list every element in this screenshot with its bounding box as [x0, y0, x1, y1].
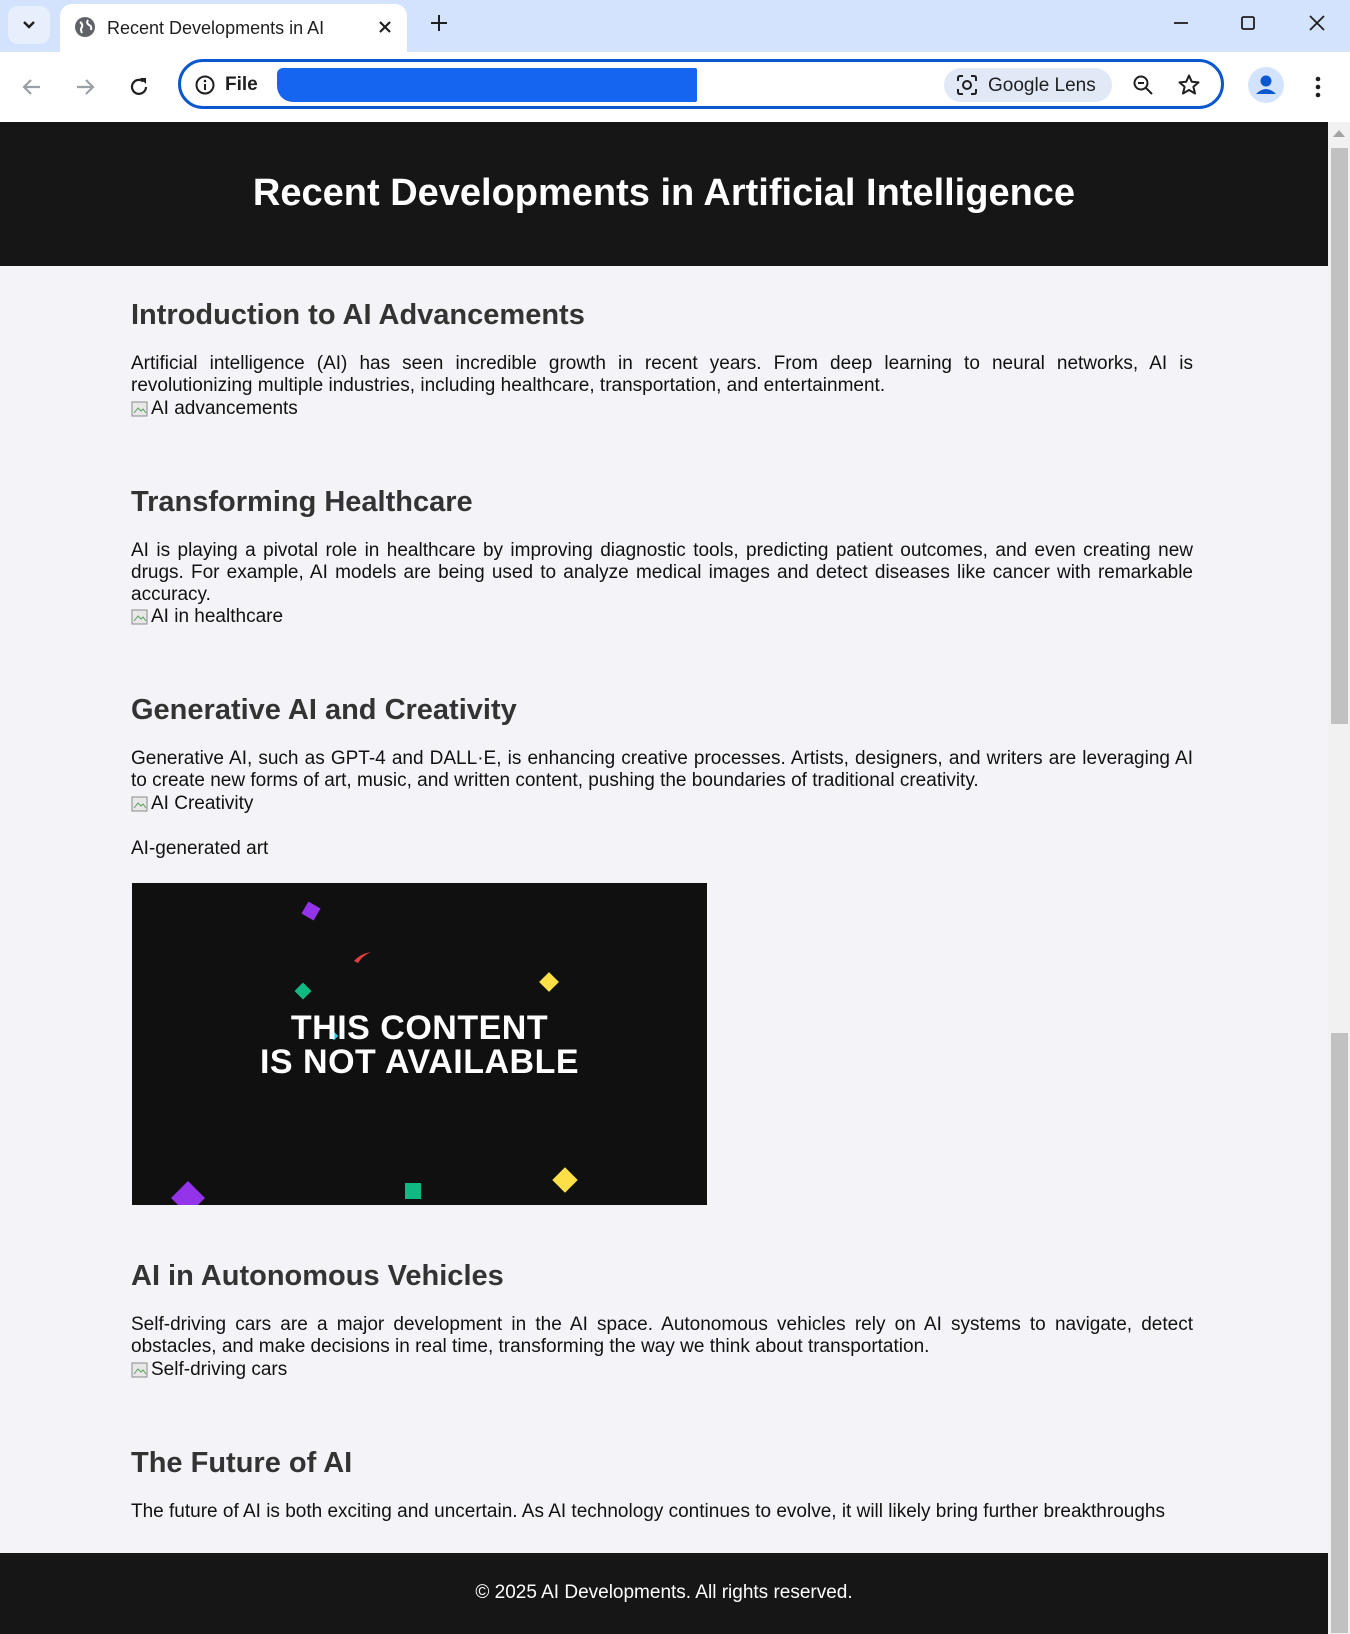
zoom-button[interactable]	[1129, 71, 1157, 99]
section-heading: The Future of AI	[131, 1447, 353, 1479]
window-close-button[interactable]	[1284, 0, 1350, 46]
plus-icon	[431, 15, 447, 31]
active-tab[interactable]: Recent Developments in AI	[60, 4, 407, 52]
window-close-icon	[1309, 15, 1325, 31]
browser-menu-button[interactable]	[1306, 69, 1330, 105]
broken-image: AI advancements	[131, 398, 1193, 420]
broken-image-icon	[131, 796, 148, 812]
back-button[interactable]	[14, 69, 50, 105]
scroll-up-arrow-icon[interactable]	[1333, 130, 1345, 137]
bookmark-button[interactable]	[1175, 71, 1203, 99]
redacted-url	[277, 68, 697, 102]
image-alt-text: Self-driving cars	[151, 1359, 288, 1380]
image-alt-text: AI Creativity	[151, 793, 254, 814]
browser-toolbar: File Google Lens	[0, 52, 1350, 122]
footer-text: © 2025 AI Developments. All rights reser…	[475, 1582, 853, 1603]
content-unavailable-message: THIS CONTENT IS NOT AVAILABLE	[132, 1011, 707, 1079]
tab-strip: Recent Developments in AI	[0, 0, 1350, 52]
address-bar[interactable]: File Google Lens	[178, 59, 1224, 109]
maximize-button[interactable]	[1215, 0, 1281, 46]
image-caption: AI-generated art	[131, 838, 269, 859]
new-tab-button[interactable]	[424, 8, 454, 38]
message-line-2: IS NOT AVAILABLE	[259, 1043, 580, 1081]
section-text: AI is playing a pivotal role in healthca…	[131, 540, 1193, 605]
globe-icon	[75, 17, 95, 37]
section-text: Artificial intelligence (AI) has seen in…	[131, 353, 1193, 396]
site-header: Recent Developments in Artificial Intell…	[0, 122, 1328, 266]
image-alt-text: AI advancements	[151, 398, 298, 419]
forward-button[interactable]	[67, 69, 103, 105]
broken-image-icon	[131, 1362, 148, 1378]
site-footer: © 2025 AI Developments. All rights reser…	[0, 1553, 1328, 1634]
tab-close-button[interactable]	[372, 14, 398, 40]
lens-icon	[957, 75, 977, 95]
broken-image-icon	[131, 609, 148, 625]
section-heading: AI in Autonomous Vehicles	[131, 1260, 504, 1292]
broken-image: AI in healthcare	[131, 606, 1193, 628]
back-icon	[22, 79, 40, 95]
profile-icon	[1256, 75, 1276, 94]
google-lens-button[interactable]: Google Lens	[944, 68, 1112, 102]
message-line-1: THIS CONTENT	[290, 1009, 549, 1047]
section-text: Self-driving cars are a major developmen…	[131, 1314, 1193, 1357]
maximize-icon	[1241, 16, 1255, 30]
section-heading: Introduction to AI Advancements	[131, 299, 585, 331]
video-player[interactable]: THIS CONTENT IS NOT AVAILABLE	[132, 883, 707, 1205]
page-title: Recent Developments in Artificial Intell…	[252, 172, 1076, 214]
section-text: Generative AI, such as GPT-4 and DALL·E,…	[131, 748, 1193, 791]
reload-icon	[130, 78, 148, 95]
section-heading: Generative AI and Creativity	[131, 694, 517, 726]
zoom-icon	[1133, 75, 1153, 95]
star-icon	[1178, 74, 1200, 95]
profile-button[interactable]	[1248, 67, 1284, 103]
info-icon[interactable]	[195, 75, 215, 95]
page-viewport: Recent Developments in Artificial Intell…	[0, 122, 1328, 1634]
broken-image: Self-driving cars	[131, 1359, 1193, 1381]
section-text: The future of AI is both exciting and un…	[131, 1501, 1165, 1522]
section-heading: Transforming Healthcare	[131, 486, 473, 518]
broken-image: AI Creativity	[131, 793, 1193, 815]
scrollbar-track-lower[interactable]	[1331, 1033, 1348, 1633]
scrollbar-thumb[interactable]	[1331, 148, 1348, 724]
kebab-menu-icon	[1315, 76, 1321, 98]
address-scheme: File	[225, 74, 258, 95]
close-icon	[379, 21, 391, 33]
image-alt-text: AI in healthcare	[151, 606, 284, 627]
google-lens-label: Google Lens	[988, 75, 1096, 96]
tab-title: Recent Developments in AI	[107, 18, 325, 38]
minimize-icon	[1174, 22, 1188, 24]
tab-search-button[interactable]	[8, 6, 50, 44]
minimize-button[interactable]	[1148, 0, 1214, 46]
reload-button[interactable]	[121, 69, 157, 105]
chevron-down-icon	[23, 21, 35, 29]
forward-icon	[77, 79, 95, 95]
broken-image-icon	[131, 401, 148, 417]
page-scrollbar[interactable]	[1328, 122, 1350, 1634]
